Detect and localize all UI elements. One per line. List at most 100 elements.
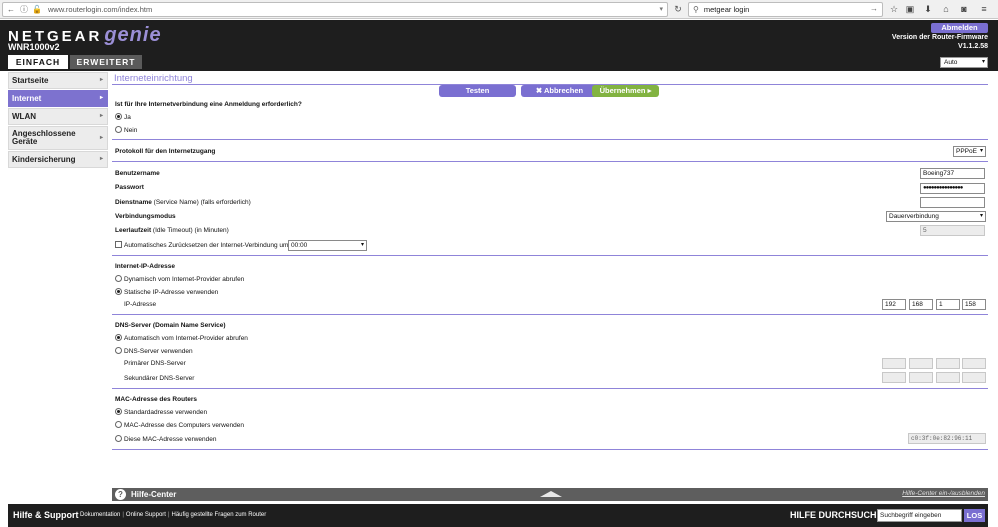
broken-lock-icon: 🔓: [32, 5, 42, 14]
footer-links: Dokumentation | Online Support | Häufig gest…: [80, 512, 267, 518]
bookmark-star-icon[interactable]: ☆: [887, 3, 901, 16]
browser-toolbar: ← ⓘ 🔓 www.routerlogin.com/index.htm ▾ ↻ …: [0, 0, 998, 19]
menu-icon[interactable]: ≡: [977, 3, 991, 16]
mac-address-field: c0:3f:0e:82:96:11: [908, 433, 986, 444]
tab-erweitert[interactable]: ERWEITERT: [70, 55, 142, 69]
pocket-icon[interactable]: ◙: [957, 3, 971, 16]
sidebar-item-internet[interactable]: Internet ▸: [8, 90, 108, 107]
radio-button[interactable]: [115, 347, 122, 354]
radio-button[interactable]: [115, 275, 122, 282]
radio-button[interactable]: [115, 435, 122, 442]
password-field[interactable]: ●●●●●●●●●●●●●●●: [920, 183, 985, 194]
radio-button[interactable]: [115, 421, 122, 428]
router-header: NETGEAR genie WNR1000v2 Abmelden Version …: [0, 20, 998, 71]
home-icon[interactable]: ⌂: [939, 3, 953, 16]
reload-icon[interactable]: ↻: [672, 3, 684, 15]
radio-button[interactable]: [115, 334, 122, 341]
idle-timeout-label: Leerlaufzeit (Idle Timeout) (in Minuten): [115, 227, 229, 234]
close-icon: ✖: [535, 86, 544, 95]
ip-octet-3[interactable]: 1: [936, 299, 960, 310]
address-bar[interactable]: ← ⓘ 🔓 www.routerlogin.com/index.htm ▾: [2, 2, 668, 17]
link-dokumentation[interactable]: Dokumentation: [80, 512, 120, 518]
help-center-title: Hilfe-Center: [131, 490, 177, 499]
username-field[interactable]: Boeing737: [920, 168, 985, 179]
ip-octet-2[interactable]: 168: [909, 299, 933, 310]
sidebar-item-startseite[interactable]: Startseite ▸: [8, 72, 108, 89]
chevron-down-icon: ▾: [360, 242, 364, 248]
chevron-right-icon: ▸: [99, 95, 103, 101]
idle-timeout-field: 5: [920, 225, 985, 236]
protocol-select[interactable]: PPPoE ▾: [953, 146, 986, 157]
search-icon: ⚲: [693, 5, 699, 14]
service-label: Dienstname (Service Name) (falls erforde…: [115, 199, 251, 206]
help-search-input[interactable]: Suchbegriff eingeben: [877, 509, 962, 522]
login-option-ja[interactable]: Ja: [115, 113, 131, 121]
link-faq[interactable]: Häufig gestellte Fragen zum Router: [172, 512, 267, 518]
footer: Hilfe & Support Dokumentation | Online Sup…: [8, 504, 988, 527]
ip-octet-1[interactable]: 192: [882, 299, 906, 310]
dns-option-manual[interactable]: DNS-Server verwenden: [115, 347, 193, 355]
cancel-button[interactable]: ✖ Abbrechen: [521, 85, 598, 97]
expand-arrow-icon[interactable]: [540, 491, 562, 497]
mac-option-computer[interactable]: MAC-Adresse des Computers verwenden: [115, 421, 244, 429]
logout-button[interactable]: Abmelden: [931, 23, 988, 33]
radio-button[interactable]: [115, 408, 122, 415]
sidebar-item-label: Internet: [12, 94, 42, 103]
auto-reset-checkbox[interactable]: [115, 241, 122, 248]
dns-secondary-octet-3: [936, 372, 960, 383]
ip-octet-4[interactable]: 158: [962, 299, 986, 310]
protocol-label: Protokoll für den Internetzugang: [115, 148, 216, 155]
radio-button[interactable]: [115, 288, 122, 295]
sidebar-item-label: Kindersicherung: [12, 155, 76, 164]
apply-button[interactable]: Übernehmen ▸: [592, 85, 659, 97]
sidebar-item-angeschlossene-geraete[interactable]: Angeschlossene Geräte ▸: [8, 126, 108, 150]
help-center-toggle-link[interactable]: Hilfe-Center ein-/ausblenden: [902, 490, 985, 497]
sidebar-item-label: Angeschlossene Geräte: [12, 129, 76, 146]
sidebar-item-kindersicherung[interactable]: Kindersicherung ▸: [8, 151, 108, 168]
dns-option-auto[interactable]: Automatisch vom Internet-Provider abrufe…: [115, 334, 248, 342]
url-text[interactable]: www.routerlogin.com/index.htm: [48, 5, 152, 14]
username-label: Benutzername: [115, 170, 160, 177]
tab-einfach[interactable]: EINFACH: [8, 55, 68, 69]
dns-primary-octet-2: [909, 358, 933, 369]
download-icon[interactable]: ⬇: [921, 3, 935, 16]
back-icon[interactable]: ←: [6, 5, 16, 15]
ip-option-dynamic[interactable]: Dynamisch vom Internet-Provider abrufen: [115, 275, 244, 283]
auto-reset-time-select[interactable]: 00:00 ▾: [288, 240, 367, 251]
ip-option-static[interactable]: Statische IP-Adresse verwenden: [115, 288, 218, 296]
section-divider: [112, 449, 988, 450]
help-search-button[interactable]: LOS: [964, 509, 985, 522]
question-mark-icon: ?: [115, 489, 126, 500]
section-divider: [112, 161, 988, 162]
link-online-support[interactable]: Online Support: [126, 512, 166, 518]
ip-section-title: Internet-IP-Adresse: [115, 263, 175, 270]
router-model: WNR1000v2: [8, 42, 60, 52]
browser-search-text[interactable]: metgear login: [704, 5, 749, 14]
info-icon[interactable]: ⓘ: [19, 5, 29, 15]
clipboard-icon[interactable]: ▣: [903, 3, 917, 16]
connection-mode-label: Verbindungsmodus: [115, 213, 176, 220]
dns-secondary-octet-4: [962, 372, 986, 383]
language-select[interactable]: Auto ▾: [940, 57, 988, 68]
radio-button[interactable]: [115, 126, 122, 133]
dns-primary-label: Primärer DNS-Server: [124, 360, 186, 367]
auto-reset-row: Automatisches Zurücksetzen der Internet-…: [115, 241, 288, 249]
test-button[interactable]: Testen: [439, 85, 516, 97]
connection-mode-select[interactable]: Dauerverbindung ▾: [886, 211, 986, 222]
section-divider: [112, 314, 988, 315]
sidebar-item-label: WLAN: [12, 112, 36, 121]
chevron-right-icon: ▸: [99, 156, 103, 162]
radio-button[interactable]: [115, 113, 122, 120]
url-dropdown-icon[interactable]: ▾: [659, 5, 663, 13]
dns-secondary-octet-2: [909, 372, 933, 383]
search-go-icon[interactable]: →: [870, 4, 878, 13]
browser-search-box[interactable]: ⚲ metgear login →: [688, 2, 883, 17]
chevron-down-icon: ▾: [979, 213, 983, 219]
dns-primary-octet-4: [962, 358, 986, 369]
mac-option-custom[interactable]: Diese MAC-Adresse verwenden: [115, 435, 216, 443]
mac-option-default[interactable]: Standardadresse verwenden: [115, 408, 207, 416]
sidebar: Startseite ▸ Internet ▸ WLAN ▸ Angeschlo…: [8, 72, 108, 169]
sidebar-item-wlan[interactable]: WLAN ▸: [8, 108, 108, 125]
login-option-nein[interactable]: Nein: [115, 126, 137, 134]
service-name-field[interactable]: [920, 197, 985, 208]
